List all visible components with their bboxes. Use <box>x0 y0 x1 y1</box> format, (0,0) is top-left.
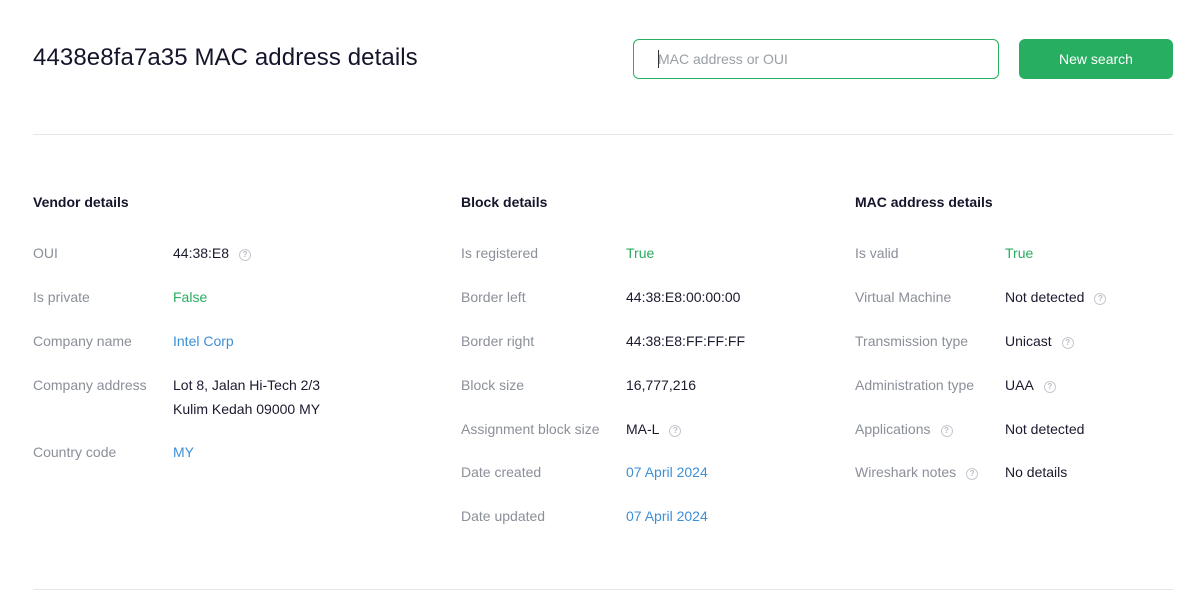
company-address-line1: Lot 8, Jalan Hi-Tech 2/3 <box>173 377 321 393</box>
administration-type-value: UAA <box>1005 377 1034 393</box>
date-updated-link[interactable]: 07 April 2024 <box>626 504 708 528</box>
virtual-machine-value: Not detected <box>1005 289 1085 305</box>
applications-value: Not detected <box>1005 421 1085 437</box>
is-valid-value: True <box>1005 245 1034 261</box>
company-name-label: Company name <box>33 333 132 349</box>
oui-value: 44:38:E8 <box>173 245 230 261</box>
country-code-link[interactable]: MY <box>173 440 194 464</box>
vendor-details-title: Vendor details <box>33 194 129 210</box>
top-divider <box>33 134 1173 135</box>
date-updated-label: Date updated <box>461 508 546 524</box>
mac-details-section: MAC address details Is valid True Virtua… <box>855 194 1175 480</box>
border-left-value: 44:38:E8:00:00:00 <box>626 289 741 305</box>
text-caret <box>658 50 659 68</box>
vm-value-group: Not detected? <box>1005 285 1107 309</box>
is-private-value: False <box>173 289 208 305</box>
question-circle-icon[interactable]: ? <box>1043 381 1056 393</box>
mac-details-title: MAC address details <box>855 194 993 210</box>
block-details-title: Block details <box>461 194 548 210</box>
is-registered-value: True <box>626 245 655 261</box>
question-circle-icon[interactable]: ? <box>1094 293 1107 305</box>
date-created-link[interactable]: 07 April 2024 <box>626 460 708 484</box>
border-right-label: Border right <box>461 333 535 349</box>
company-address-line2: Kulim Kedah 09000 MY <box>173 401 321 417</box>
question-circle-icon[interactable]: ? <box>966 468 979 480</box>
is-registered-label: Is registered <box>461 245 539 261</box>
block-size-label: Block size <box>461 377 525 393</box>
question-circle-icon[interactable]: ? <box>239 249 252 261</box>
wireshark-notes-value: No details <box>1005 464 1068 480</box>
assignment-value-group: MA-L? <box>626 417 682 441</box>
border-left-label: Border left <box>461 289 526 305</box>
date-created-label: Date created <box>461 464 542 480</box>
new-search-button[interactable]: New search <box>1019 39 1173 79</box>
page-title: 4438e8fa7a35 MAC address details <box>33 44 418 71</box>
oui-value-group: 44:38:E8? <box>173 241 252 265</box>
transmission-type-label: Transmission type <box>855 333 969 349</box>
wireshark-notes-label: Wireshark notes <box>855 464 957 480</box>
applications-label-group: Applications? <box>855 417 953 441</box>
vendor-details-section: Vendor details OUI 44:38:E8? Is private … <box>33 194 433 460</box>
wireshark-label-group: Wireshark notes? <box>855 460 979 484</box>
company-name-link[interactable]: Intel Corp <box>173 329 234 353</box>
question-circle-icon[interactable]: ? <box>1061 337 1074 349</box>
block-size-value: 16,777,216 <box>626 377 697 393</box>
is-valid-label: Is valid <box>855 245 899 261</box>
country-code-label: Country code <box>33 444 117 460</box>
is-private-label: Is private <box>33 289 90 305</box>
transmission-value-group: Unicast? <box>1005 329 1074 353</box>
question-circle-icon[interactable]: ? <box>669 425 682 437</box>
administration-type-label: Administration type <box>855 377 975 393</box>
oui-label: OUI <box>33 245 58 261</box>
search-input[interactable] <box>633 39 999 79</box>
transmission-type-value: Unicast <box>1005 333 1052 349</box>
block-details-section: Block details Is registered True Border … <box>461 194 841 524</box>
border-right-value: 44:38:E8:FF:FF:FF <box>626 333 746 349</box>
assignment-block-size-label: Assignment block size <box>461 421 600 437</box>
question-circle-icon[interactable]: ? <box>940 425 953 437</box>
company-address-label: Company address <box>33 377 147 393</box>
applications-label: Applications <box>855 421 931 437</box>
administration-value-group: UAA? <box>1005 373 1056 397</box>
virtual-machine-label: Virtual Machine <box>855 289 952 305</box>
assignment-block-size-value: MA-L <box>626 421 660 437</box>
